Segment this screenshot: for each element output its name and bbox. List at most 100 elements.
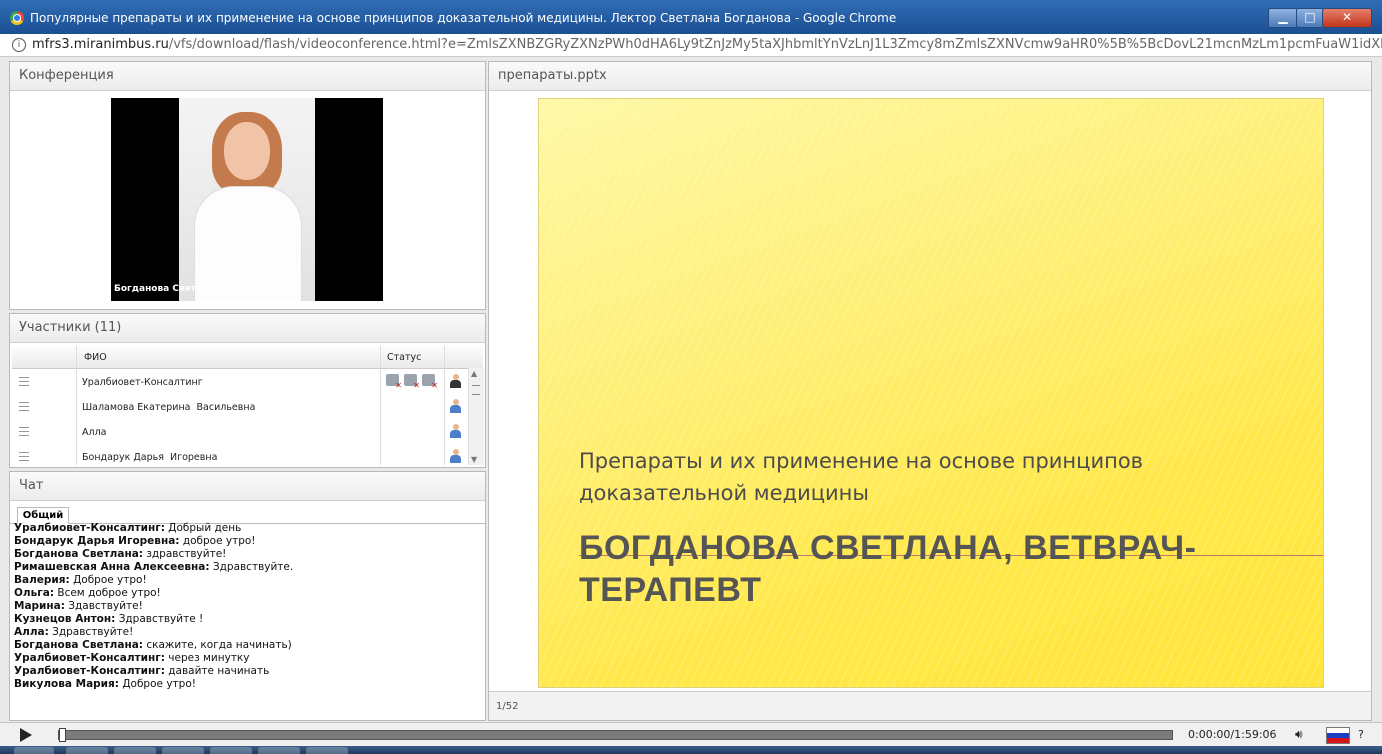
chat-text: скажите, когда начинать) xyxy=(146,639,292,651)
table-row[interactable]: Бондарук Дарья Игоревна xyxy=(12,444,467,469)
close-button[interactable]: ✕ xyxy=(1322,8,1372,28)
chat-text: Доброе утро! xyxy=(73,574,147,586)
slide-title: Богданова Светлана, ветврач-терапевт xyxy=(579,529,1197,609)
chat-author: Уралбиовет-Консалтинг: xyxy=(14,652,165,664)
slide[interactable]: Препараты и их применение на основе прин… xyxy=(538,98,1324,688)
chat-message: Уралбиовет-Консалтинг: давайте начинать xyxy=(14,665,479,678)
participant-name: Бондарук Дарья Игоревна xyxy=(82,452,218,463)
column-status[interactable]: Статус xyxy=(387,352,421,363)
chat-title: Чат xyxy=(10,472,485,501)
user-icon xyxy=(450,449,461,463)
chat-text: Всем доброе утро! xyxy=(57,587,161,599)
maximize-button[interactable]: □ xyxy=(1296,8,1324,28)
chat-text: давайте начинать xyxy=(168,665,270,677)
speaker-name: Богданова Светлана xyxy=(114,284,221,294)
chat-message: Бондарук Дарья Игоревна: доброе утро! xyxy=(14,535,479,548)
conference-panel: Конференция Богданова Светлана xyxy=(9,61,486,310)
camera-off-icon[interactable] xyxy=(386,374,402,390)
chat-author: Марина: xyxy=(14,600,65,612)
participant-name: Уралбиовет-Консалтинг xyxy=(82,377,203,388)
window-title: Популярные препараты и их применение на … xyxy=(30,11,897,25)
chat-text: Здравствуйте ! xyxy=(118,613,204,625)
chat-author: Валерия: xyxy=(14,574,70,586)
slide-subtitle: Препараты и их применение на основе прин… xyxy=(579,449,1144,505)
chat-author: Ольга: xyxy=(14,587,55,599)
seek-handle[interactable] xyxy=(59,728,66,742)
drag-handle-icon[interactable] xyxy=(19,452,29,461)
minimize-button[interactable]: ▁ xyxy=(1268,8,1298,28)
slide-pager: 1/52 xyxy=(489,691,1371,720)
window-titlebar: Популярные препараты и их применение на … xyxy=(0,0,1382,34)
chat-message: Марина: Здавствуйте! xyxy=(14,600,479,613)
conference-title: Конференция xyxy=(10,62,485,91)
chat-message: Римашевская Анна Алексеевна: Здравствуйт… xyxy=(14,561,479,574)
chat-author: Уралбиовет-Консалтинг: xyxy=(14,665,165,677)
chat-message: Уралбиовет-Консалтинг: через минутку xyxy=(14,652,479,665)
url-text[interactable]: mfrs3.miranimbus.ru/vfs/download/flash/v… xyxy=(32,37,1382,52)
chat-author: Кузнецов Антон: xyxy=(14,613,116,625)
chat-text: Добрый день xyxy=(168,522,242,534)
chat-text: здравствуйте! xyxy=(146,548,227,560)
taskbar xyxy=(0,746,1382,754)
participants-panel: Участники (11) ФИО Статус Уралбиовет-Кон… xyxy=(9,313,486,468)
chat-text: Доброе утро! xyxy=(122,678,196,690)
url-path: /vfs/download/flash/videoconference.html… xyxy=(168,37,1382,52)
info-icon[interactable]: i xyxy=(12,38,26,52)
drag-handle-icon[interactable] xyxy=(19,427,29,436)
scroll-thumb[interactable] xyxy=(472,385,480,395)
table-row[interactable]: Шаламова Екатерина Васильевна xyxy=(12,394,467,419)
chat-author: Викулова Мария: xyxy=(14,678,119,690)
presentation-panel: препараты.pptx Препараты и их применение… xyxy=(488,61,1372,721)
chat-message: Викулова Мария: Доброе утро! xyxy=(14,678,479,691)
table-row[interactable]: Алла xyxy=(12,419,467,444)
taskbar-button[interactable] xyxy=(114,747,156,754)
url-host: mfrs3.miranimbus.ru xyxy=(32,37,169,52)
table-header: ФИО Статус xyxy=(12,346,483,369)
taskbar-button[interactable] xyxy=(306,747,348,754)
chat-message: Ольга: Всем доброе утро! xyxy=(14,587,479,600)
chat-message: Алла: Здравствуйте! xyxy=(14,626,479,639)
taskbar-button[interactable] xyxy=(258,747,300,754)
table-row[interactable]: Уралбиовет-Консалтинг xyxy=(12,369,467,394)
play-icon[interactable] xyxy=(20,728,32,742)
taskbar-button[interactable] xyxy=(162,747,204,754)
playback-time: 0:00:00/1:59:06 xyxy=(1188,728,1277,741)
scroll-down-icon[interactable]: ▼ xyxy=(471,455,477,464)
chat-panel: Чат Общий Уралбиовет-Консалтинг: Добрый … xyxy=(9,471,486,721)
chat-message: Богданова Светлана: скажите, когда начин… xyxy=(14,639,479,652)
chat-author: Бондарук Дарья Игоревна: xyxy=(14,535,180,547)
chat-author: Богданова Светлана: xyxy=(14,548,143,560)
drag-handle-icon[interactable] xyxy=(19,402,29,411)
screen-off-icon[interactable] xyxy=(422,374,438,390)
status-icons xyxy=(386,374,440,390)
chat-message: Кузнецов Антон: Здравствуйте ! xyxy=(14,613,479,626)
start-button[interactable] xyxy=(14,747,54,754)
speaker-face xyxy=(224,122,270,180)
help-icon[interactable]: ? xyxy=(1358,728,1364,741)
participants-table: ФИО Статус Уралбиовет-Консалтинг Шаламов… xyxy=(12,346,484,465)
column-name[interactable]: ФИО xyxy=(84,352,107,363)
volume-icon[interactable]: 🔊︎ xyxy=(1295,727,1303,742)
drag-handle-icon[interactable] xyxy=(19,377,29,386)
speaker-video[interactable]: Богданова Светлана xyxy=(111,98,383,301)
seek-bar[interactable] xyxy=(58,730,1173,740)
chat-messages: Уралбиовет-Консалтинг: Добрый день Бондар… xyxy=(14,522,479,691)
mic-off-icon[interactable] xyxy=(404,374,420,390)
chat-text: через минутку xyxy=(168,652,250,664)
media-player: 0:00:00/1:59:06 🔊︎ ? xyxy=(0,722,1382,747)
taskbar-button[interactable] xyxy=(66,747,108,754)
participant-name: Шаламова Екатерина Васильевна xyxy=(82,402,256,413)
participants-scrollbar[interactable]: ▲ ▼ xyxy=(468,368,484,465)
chrome-icon xyxy=(10,11,24,25)
chat-text: Здравствуйте! xyxy=(52,626,134,638)
presenter-icon xyxy=(450,374,461,388)
address-bar[interactable]: i mfrs3.miranimbus.ru/vfs/download/flash… xyxy=(0,34,1382,57)
presentation-filename: препараты.pptx xyxy=(489,62,1371,91)
russian-flag-icon[interactable] xyxy=(1326,727,1350,744)
participant-name: Алла xyxy=(82,427,107,438)
taskbar-button[interactable] xyxy=(210,747,252,754)
chat-message: Уралбиовет-Консалтинг: Добрый день xyxy=(14,522,479,535)
user-icon xyxy=(450,424,461,438)
chat-message: Богданова Светлана: здравствуйте! xyxy=(14,548,479,561)
scroll-up-icon[interactable]: ▲ xyxy=(471,369,477,378)
